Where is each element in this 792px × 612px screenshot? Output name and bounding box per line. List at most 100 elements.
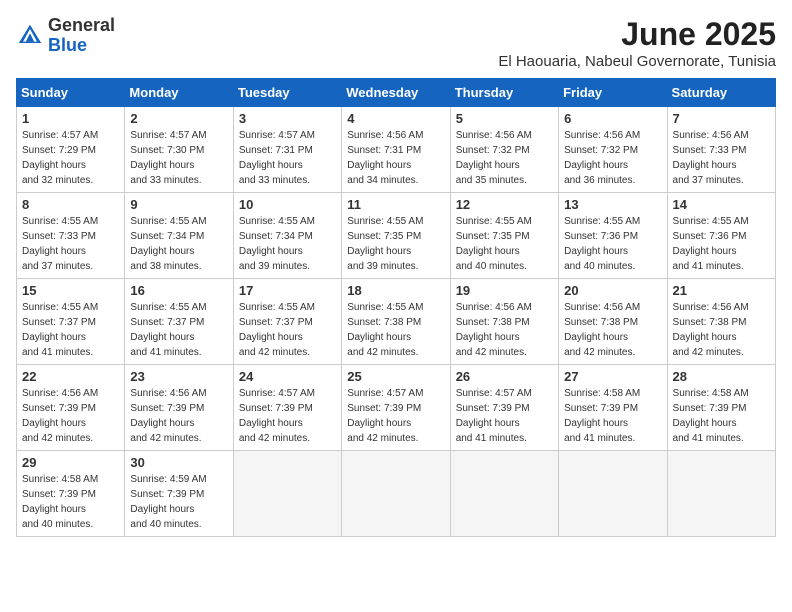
day-info: Sunrise: 4:55 AM Sunset: 7:37 PM Dayligh… [22, 300, 119, 360]
calendar-week-row: 8 Sunrise: 4:55 AM Sunset: 7:33 PM Dayli… [17, 193, 776, 279]
calendar-day-cell: 18 Sunrise: 4:55 AM Sunset: 7:38 PM Dayl… [342, 279, 450, 365]
day-number: 3 [239, 111, 336, 126]
calendar-day-cell: 23 Sunrise: 4:56 AM Sunset: 7:39 PM Dayl… [125, 365, 233, 451]
day-number: 18 [347, 283, 444, 298]
day-number: 20 [564, 283, 661, 298]
calendar-day-cell: 22 Sunrise: 4:56 AM Sunset: 7:39 PM Dayl… [17, 365, 125, 451]
day-info: Sunrise: 4:58 AM Sunset: 7:39 PM Dayligh… [564, 386, 661, 446]
day-info: Sunrise: 4:55 AM Sunset: 7:37 PM Dayligh… [130, 300, 227, 360]
day-info: Sunrise: 4:55 AM Sunset: 7:34 PM Dayligh… [130, 214, 227, 274]
day-info: Sunrise: 4:57 AM Sunset: 7:39 PM Dayligh… [347, 386, 444, 446]
calendar-day-cell [450, 451, 558, 537]
day-info: Sunrise: 4:57 AM Sunset: 7:39 PM Dayligh… [239, 386, 336, 446]
day-info: Sunrise: 4:56 AM Sunset: 7:39 PM Dayligh… [22, 386, 119, 446]
day-number: 14 [673, 197, 770, 212]
day-header-saturday: Saturday [667, 79, 775, 107]
day-info: Sunrise: 4:56 AM Sunset: 7:33 PM Dayligh… [673, 128, 770, 188]
calendar-day-cell: 20 Sunrise: 4:56 AM Sunset: 7:38 PM Dayl… [559, 279, 667, 365]
day-number: 1 [22, 111, 119, 126]
day-info: Sunrise: 4:56 AM Sunset: 7:38 PM Dayligh… [564, 300, 661, 360]
day-info: Sunrise: 4:57 AM Sunset: 7:30 PM Dayligh… [130, 128, 227, 188]
day-number: 9 [130, 197, 227, 212]
day-number: 16 [130, 283, 227, 298]
day-header-tuesday: Tuesday [233, 79, 341, 107]
calendar-week-row: 15 Sunrise: 4:55 AM Sunset: 7:37 PM Dayl… [17, 279, 776, 365]
day-info: Sunrise: 4:55 AM Sunset: 7:36 PM Dayligh… [673, 214, 770, 274]
calendar-week-row: 22 Sunrise: 4:56 AM Sunset: 7:39 PM Dayl… [17, 365, 776, 451]
day-number: 25 [347, 369, 444, 384]
day-number: 8 [22, 197, 119, 212]
calendar-day-cell [342, 451, 450, 537]
logo: General Blue [16, 16, 115, 56]
day-number: 10 [239, 197, 336, 212]
logo-text: General Blue [48, 16, 115, 56]
day-number: 30 [130, 455, 227, 470]
calendar-day-cell: 2 Sunrise: 4:57 AM Sunset: 7:30 PM Dayli… [125, 107, 233, 193]
day-info: Sunrise: 4:59 AM Sunset: 7:39 PM Dayligh… [130, 472, 227, 532]
calendar-day-cell: 14 Sunrise: 4:55 AM Sunset: 7:36 PM Dayl… [667, 193, 775, 279]
calendar-table: SundayMondayTuesdayWednesdayThursdayFrid… [16, 78, 776, 537]
calendar-day-cell: 17 Sunrise: 4:55 AM Sunset: 7:37 PM Dayl… [233, 279, 341, 365]
calendar-day-cell [559, 451, 667, 537]
calendar-day-cell: 26 Sunrise: 4:57 AM Sunset: 7:39 PM Dayl… [450, 365, 558, 451]
day-info: Sunrise: 4:55 AM Sunset: 7:35 PM Dayligh… [347, 214, 444, 274]
location-title: El Haouaria, Nabeul Governorate, Tunisia [498, 53, 776, 70]
month-title: June 2025 [498, 16, 776, 53]
day-info: Sunrise: 4:58 AM Sunset: 7:39 PM Dayligh… [22, 472, 119, 532]
day-number: 2 [130, 111, 227, 126]
calendar-day-cell: 5 Sunrise: 4:56 AM Sunset: 7:32 PM Dayli… [450, 107, 558, 193]
calendar-day-cell: 7 Sunrise: 4:56 AM Sunset: 7:33 PM Dayli… [667, 107, 775, 193]
header: General Blue June 2025 El Haouaria, Nabe… [16, 16, 776, 70]
day-number: 7 [673, 111, 770, 126]
calendar-day-cell: 24 Sunrise: 4:57 AM Sunset: 7:39 PM Dayl… [233, 365, 341, 451]
day-number: 6 [564, 111, 661, 126]
day-header-friday: Friday [559, 79, 667, 107]
calendar-day-cell: 19 Sunrise: 4:56 AM Sunset: 7:38 PM Dayl… [450, 279, 558, 365]
day-number: 17 [239, 283, 336, 298]
calendar-day-cell: 29 Sunrise: 4:58 AM Sunset: 7:39 PM Dayl… [17, 451, 125, 537]
day-number: 21 [673, 283, 770, 298]
day-header-monday: Monday [125, 79, 233, 107]
calendar-day-cell [667, 451, 775, 537]
calendar-day-cell: 25 Sunrise: 4:57 AM Sunset: 7:39 PM Dayl… [342, 365, 450, 451]
day-info: Sunrise: 4:56 AM Sunset: 7:38 PM Dayligh… [673, 300, 770, 360]
day-number: 28 [673, 369, 770, 384]
day-header-thursday: Thursday [450, 79, 558, 107]
day-info: Sunrise: 4:55 AM Sunset: 7:37 PM Dayligh… [239, 300, 336, 360]
calendar-day-cell: 10 Sunrise: 4:55 AM Sunset: 7:34 PM Dayl… [233, 193, 341, 279]
day-info: Sunrise: 4:55 AM Sunset: 7:33 PM Dayligh… [22, 214, 119, 274]
calendar-day-cell: 30 Sunrise: 4:59 AM Sunset: 7:39 PM Dayl… [125, 451, 233, 537]
calendar-day-cell: 8 Sunrise: 4:55 AM Sunset: 7:33 PM Dayli… [17, 193, 125, 279]
calendar-day-cell: 4 Sunrise: 4:56 AM Sunset: 7:31 PM Dayli… [342, 107, 450, 193]
calendar-day-cell: 15 Sunrise: 4:55 AM Sunset: 7:37 PM Dayl… [17, 279, 125, 365]
day-info: Sunrise: 4:56 AM Sunset: 7:38 PM Dayligh… [456, 300, 553, 360]
day-number: 29 [22, 455, 119, 470]
calendar-day-cell: 3 Sunrise: 4:57 AM Sunset: 7:31 PM Dayli… [233, 107, 341, 193]
day-number: 23 [130, 369, 227, 384]
day-number: 13 [564, 197, 661, 212]
calendar-day-cell: 12 Sunrise: 4:55 AM Sunset: 7:35 PM Dayl… [450, 193, 558, 279]
day-number: 24 [239, 369, 336, 384]
title-area: June 2025 El Haouaria, Nabeul Governorat… [498, 16, 776, 70]
calendar-day-cell [233, 451, 341, 537]
calendar-day-cell: 11 Sunrise: 4:55 AM Sunset: 7:35 PM Dayl… [342, 193, 450, 279]
calendar-day-cell: 27 Sunrise: 4:58 AM Sunset: 7:39 PM Dayl… [559, 365, 667, 451]
calendar-day-cell: 21 Sunrise: 4:56 AM Sunset: 7:38 PM Dayl… [667, 279, 775, 365]
day-number: 26 [456, 369, 553, 384]
calendar-day-cell: 16 Sunrise: 4:55 AM Sunset: 7:37 PM Dayl… [125, 279, 233, 365]
day-number: 27 [564, 369, 661, 384]
day-number: 11 [347, 197, 444, 212]
calendar-week-row: 29 Sunrise: 4:58 AM Sunset: 7:39 PM Dayl… [17, 451, 776, 537]
day-info: Sunrise: 4:57 AM Sunset: 7:29 PM Dayligh… [22, 128, 119, 188]
day-info: Sunrise: 4:55 AM Sunset: 7:38 PM Dayligh… [347, 300, 444, 360]
day-number: 12 [456, 197, 553, 212]
calendar-day-cell: 1 Sunrise: 4:57 AM Sunset: 7:29 PM Dayli… [17, 107, 125, 193]
day-info: Sunrise: 4:56 AM Sunset: 7:32 PM Dayligh… [456, 128, 553, 188]
day-number: 4 [347, 111, 444, 126]
day-info: Sunrise: 4:55 AM Sunset: 7:34 PM Dayligh… [239, 214, 336, 274]
day-number: 15 [22, 283, 119, 298]
day-info: Sunrise: 4:56 AM Sunset: 7:31 PM Dayligh… [347, 128, 444, 188]
calendar-day-cell: 28 Sunrise: 4:58 AM Sunset: 7:39 PM Dayl… [667, 365, 775, 451]
day-header-sunday: Sunday [17, 79, 125, 107]
day-info: Sunrise: 4:56 AM Sunset: 7:39 PM Dayligh… [130, 386, 227, 446]
